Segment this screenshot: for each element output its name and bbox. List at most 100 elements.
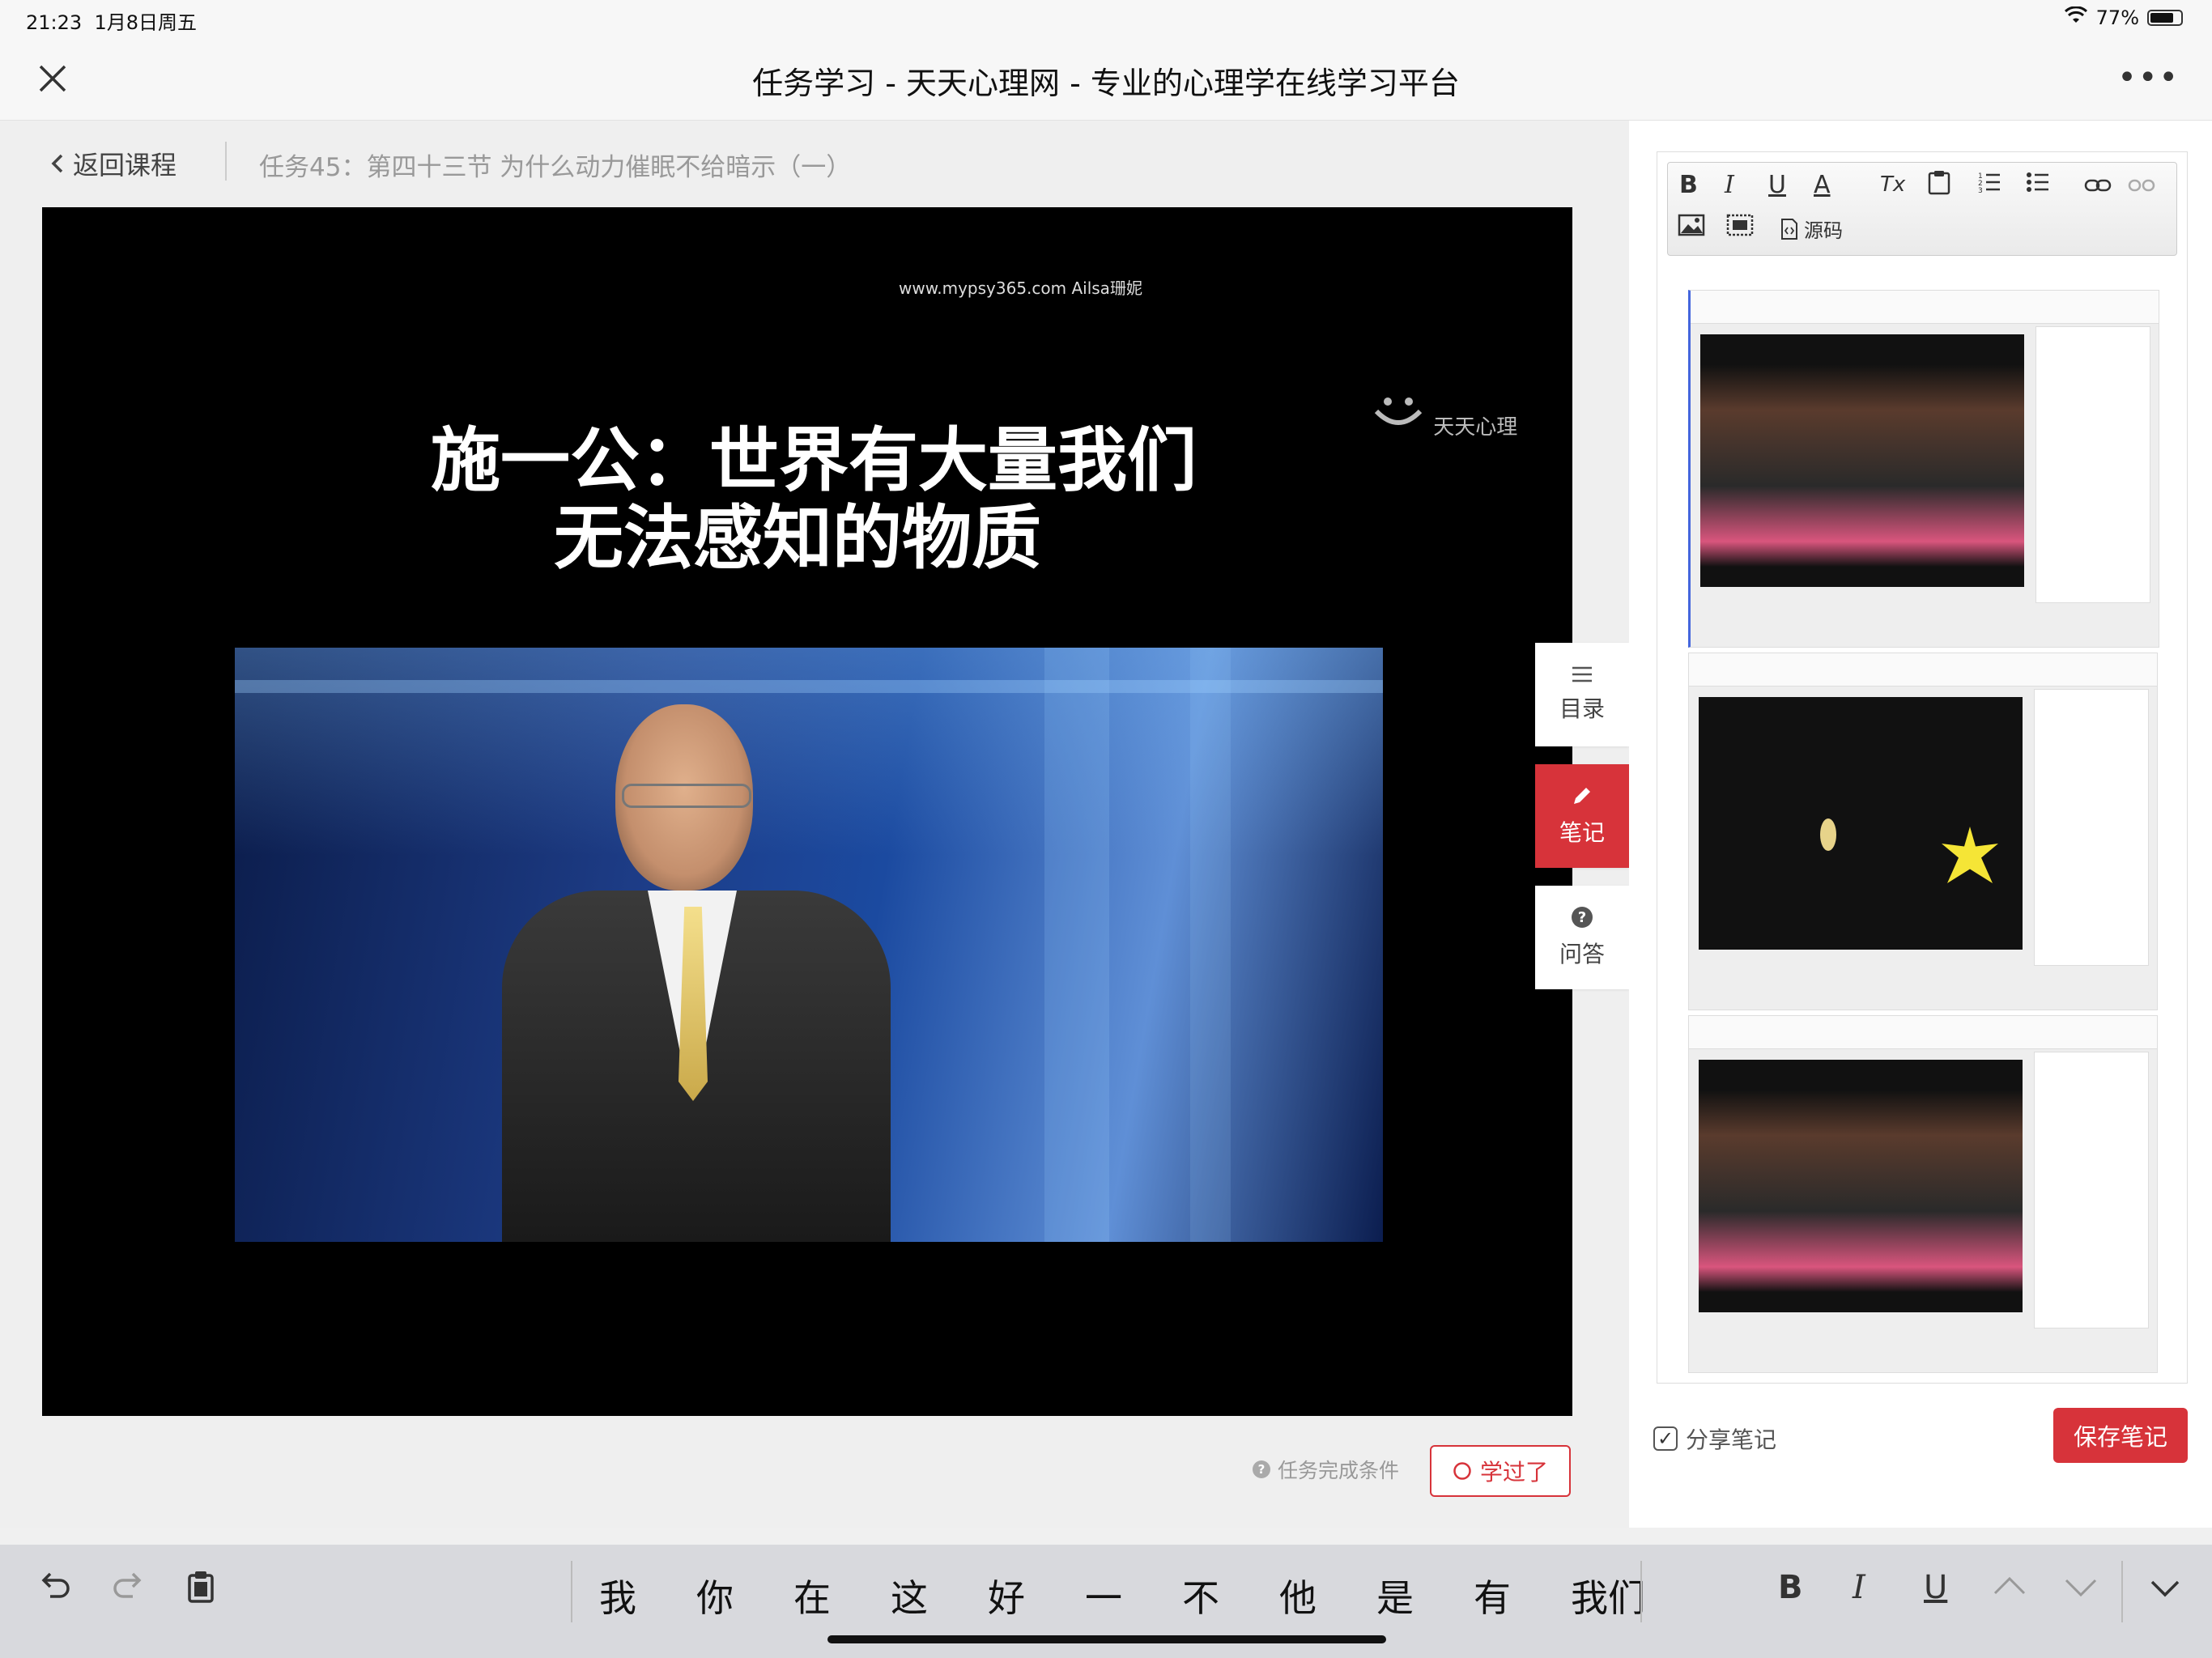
main-content: 返回课程 任务45：第四十三节 为什么动力催眠不给暗示（一） www.mypsy… — [0, 121, 1629, 1528]
video-logo: 天天心理 — [1370, 393, 1517, 440]
chevron-left-icon — [51, 154, 63, 173]
screenshot-panel — [2034, 1052, 2149, 1329]
font-color-button[interactable]: A — [1814, 171, 1831, 199]
note-screenshot[interactable] — [1688, 653, 2158, 1010]
insert-video-button[interactable] — [1726, 213, 1754, 244]
screenshot-video — [1700, 334, 2024, 587]
candidate-word[interactable]: 你 — [696, 1569, 734, 1622]
chevron-down-icon — [2150, 1580, 2180, 1597]
share-note-label: 分享笔记 — [1686, 1426, 1777, 1453]
stage-light — [1044, 648, 1109, 1242]
status-date: 1月8日周五 — [94, 11, 197, 34]
speaker-video-inset — [235, 648, 1383, 1242]
next-field-button[interactable] — [2063, 1569, 2099, 1613]
video-logo-text: 天天心理 — [1433, 415, 1518, 440]
redo-button[interactable] — [110, 1569, 146, 1613]
circle-icon — [1453, 1462, 1471, 1480]
italic-button[interactable]: I — [1853, 1569, 1865, 1606]
bullet-list-button[interactable] — [2026, 171, 2050, 200]
image-icon — [1678, 214, 1705, 236]
tab-notes[interactable]: 笔记 — [1535, 764, 1629, 868]
candidate-word[interactable]: 一 — [1085, 1569, 1122, 1622]
list-icon — [1572, 666, 1592, 682]
ordered-list-icon: 123 — [1978, 172, 2000, 195]
question-icon: ? — [1572, 907, 1593, 928]
status-bar: 21:23 1月8日周五 77% — [0, 0, 2212, 37]
screenshot-titlebar — [1689, 653, 2157, 687]
screenshot-video — [1699, 1060, 2023, 1312]
bold-button[interactable]: B — [1778, 1569, 1803, 1606]
tab-catalog-label: 目录 — [1559, 695, 1605, 722]
page-title: 任务学习 - 天天心理网 - 专业的心理学在线学习平台 — [752, 66, 1460, 101]
insert-image-button[interactable] — [1678, 213, 1705, 244]
share-note-option[interactable]: ✓ 分享笔记 — [1653, 1422, 1776, 1455]
battery-percent: 77% — [2095, 6, 2139, 29]
candidate-word[interactable]: 我们 — [1571, 1569, 1645, 1622]
notes-panel: B I U A Tx 123 源码 ✓ 分享笔记 保存笔记 — [1629, 121, 2212, 1528]
clipboard-icon — [188, 1571, 214, 1603]
underline-button[interactable]: U — [1768, 171, 1786, 199]
header-divider — [225, 142, 227, 181]
chevron-up-icon — [1993, 1576, 2026, 1595]
task-condition-label: 任务完成条件 — [1278, 1459, 1400, 1482]
tab-qa-label: 问答 — [1559, 941, 1605, 967]
dismiss-keyboard-button[interactable] — [2147, 1569, 2183, 1613]
candidate-word[interactable]: 在 — [793, 1569, 831, 1622]
video-icon — [1726, 214, 1754, 236]
italic-button[interactable]: I — [1725, 171, 1734, 199]
bold-button[interactable]: B — [1679, 171, 1698, 199]
candidate-word[interactable]: 有 — [1474, 1569, 1511, 1622]
chevron-down-icon — [2065, 1579, 2097, 1597]
pencil-icon — [1574, 788, 1590, 804]
underline-button[interactable]: U — [1924, 1569, 1947, 1606]
task-condition-link[interactable]: ? 任务完成条件 — [1252, 1455, 1399, 1484]
candidate-word[interactable]: 这 — [891, 1569, 928, 1622]
wifi-icon — [2064, 6, 2088, 29]
back-label: 返回课程 — [73, 150, 177, 181]
redo-icon — [113, 1572, 142, 1598]
tab-catalog[interactable]: 目录 — [1535, 643, 1629, 746]
source-code-button[interactable]: 源码 — [1780, 215, 1843, 243]
clipboard-icon — [1928, 171, 1950, 195]
more-button[interactable]: ••• — [2117, 62, 2180, 94]
unlink-button[interactable] — [2128, 172, 2155, 201]
tab-notes-label: 笔记 — [1559, 819, 1605, 846]
back-to-course-link[interactable]: 返回课程 — [50, 145, 177, 182]
paste-button[interactable] — [1927, 169, 1951, 202]
video-player[interactable]: www.mypsy365.com Ailsa珊妮 天天心理 施一公：世界有大量我… — [42, 207, 1572, 1416]
speaker-glasses — [622, 784, 751, 808]
source-code-label: 源码 — [1804, 219, 1843, 242]
candidate-word[interactable]: 我 — [599, 1569, 636, 1622]
title-bar: 任务学习 - 天天心理网 - 专业的心理学在线学习平台 ••• — [0, 37, 2212, 121]
save-note-button[interactable]: 保存笔记 — [2053, 1408, 2188, 1463]
ordered-list-button[interactable]: 123 — [1977, 171, 2001, 200]
candidate-word[interactable]: 他 — [1279, 1569, 1317, 1622]
svg-text:?: ? — [1578, 909, 1586, 926]
note-content — [1688, 290, 2159, 1373]
paste-button[interactable] — [183, 1569, 219, 1613]
previous-field-button[interactable] — [1992, 1569, 2027, 1613]
share-note-checkbox[interactable]: ✓ — [1653, 1426, 1678, 1451]
link-button[interactable] — [2084, 172, 2112, 201]
clear-format-button[interactable]: Tx — [1880, 172, 1905, 197]
screenshot-video — [1699, 697, 2023, 950]
source-code-icon — [1781, 218, 1797, 240]
screenshot-titlebar — [1689, 1016, 2157, 1049]
note-screenshot[interactable] — [1688, 290, 2159, 648]
toolbar-divider — [571, 1561, 572, 1622]
candidate-word[interactable]: 是 — [1376, 1569, 1414, 1622]
video-watermark: www.mypsy365.com Ailsa珊妮 — [899, 278, 1142, 298]
undo-button[interactable] — [37, 1569, 73, 1613]
slide-text: 施一公：世界有大量我们 无法感知的物质 — [431, 422, 1197, 577]
note-screenshot[interactable] — [1688, 1015, 2158, 1373]
editor-toolbar: B I U A Tx 123 源码 — [1667, 162, 2177, 256]
home-indicator — [827, 1635, 1386, 1643]
mark-learned-button[interactable]: 学过了 — [1430, 1445, 1571, 1497]
candidate-word[interactable]: 好 — [988, 1569, 1025, 1622]
screenshot-lens — [1820, 818, 1836, 851]
screenshot-starburst — [1942, 827, 1998, 883]
rich-text-editor[interactable]: B I U A Tx 123 源码 — [1657, 151, 2188, 1384]
unlink-icon — [2128, 179, 2155, 192]
tab-qa[interactable]: ? 问答 — [1535, 886, 1629, 989]
candidate-word[interactable]: 不 — [1182, 1569, 1219, 1622]
